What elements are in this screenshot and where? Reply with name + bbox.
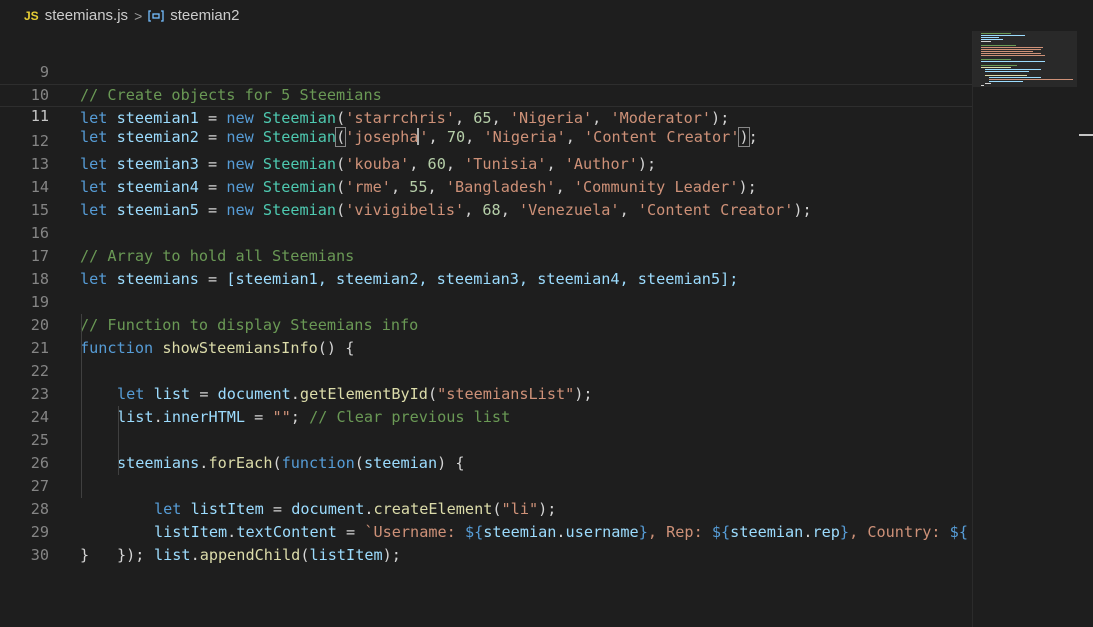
javascript-file-icon: JS [24, 8, 39, 23]
code-line[interactable]: 24 steemians.forEach(function(steemian) … [0, 383, 972, 472]
identifier: listItem [309, 546, 383, 564]
code-line[interactable]: 26 listItem.textContent = `Username: ${s… [0, 429, 972, 541]
code-line[interactable]: 14 let steemian5 = new Steemian('vivigib… [0, 153, 972, 219]
indent-guide [81, 360, 82, 383]
variable-icon [148, 9, 164, 23]
code-line[interactable]: 28 }); [0, 475, 972, 564]
vertical-scrollbar[interactable] [1079, 31, 1093, 627]
code-line[interactable]: 13 let steemian4 = new Steemian('rme', 5… [0, 130, 972, 196]
code-line[interactable]: 12 let steemian3 = new Steemian('kouba',… [0, 107, 972, 173]
code-line[interactable]: 29 } [0, 498, 972, 564]
method-name: appendChild [199, 546, 301, 564]
code-line[interactable]: 9 // Create objects for 5 Steemians [0, 38, 972, 104]
chevron-right-icon: > [134, 7, 143, 24]
indent-guide [81, 475, 82, 498]
indent-guide [81, 383, 82, 406]
minimap[interactable] [972, 31, 1093, 627]
code-line[interactable]: 10 let steemian1 = new Steemian('starrch… [0, 61, 972, 127]
code-line[interactable]: 25 let listItem = document.createElement… [0, 406, 972, 518]
code-line[interactable]: 21 let list = document.getElementById("s… [0, 314, 972, 403]
identifier: list [154, 546, 191, 564]
code-line[interactable]: 20 function showSteemiansInfo() { [0, 291, 972, 357]
indent-guide [81, 406, 82, 429]
code-line[interactable]: 30 [0, 521, 972, 564]
indent-guide [81, 314, 82, 337]
line-number: 30 [30, 546, 49, 564]
indent-guide [118, 429, 119, 452]
code-line[interactable]: 27 list.appendChild(listItem); [0, 452, 972, 564]
code-line[interactable]: 16 // Array to hold all Steemians [0, 199, 972, 265]
code-editor[interactable]: 9 // Create objects for 5 Steemians 10 l… [0, 38, 972, 627]
code-line[interactable]: 18 [0, 245, 972, 288]
indent-guide [118, 406, 119, 429]
breadcrumb-symbol[interactable]: steemian2 [170, 7, 239, 24]
indent-guide [118, 452, 119, 475]
breadcrumb: JS steemians.js > steemian2 [0, 0, 1093, 31]
scrollbar-thumb[interactable] [1079, 134, 1093, 136]
code-line[interactable]: 17 let steemians = [steemian1, steemian2… [0, 222, 972, 288]
code-line[interactable]: 15 [0, 176, 972, 219]
indent-guide [81, 452, 82, 475]
code-line[interactable]: 19 // Function to display Steemians info [0, 268, 972, 334]
code-line[interactable]: 22 list.innerHTML = ""; // Clear previou… [0, 337, 972, 426]
code-line-current[interactable]: 11 let steemian2 = new Steemian('josepha… [0, 84, 972, 147]
indent-guide [81, 337, 82, 360]
code-line[interactable]: 23 [0, 360, 972, 403]
breadcrumb-file[interactable]: steemians.js [45, 7, 128, 24]
indent-guide [81, 429, 82, 452]
